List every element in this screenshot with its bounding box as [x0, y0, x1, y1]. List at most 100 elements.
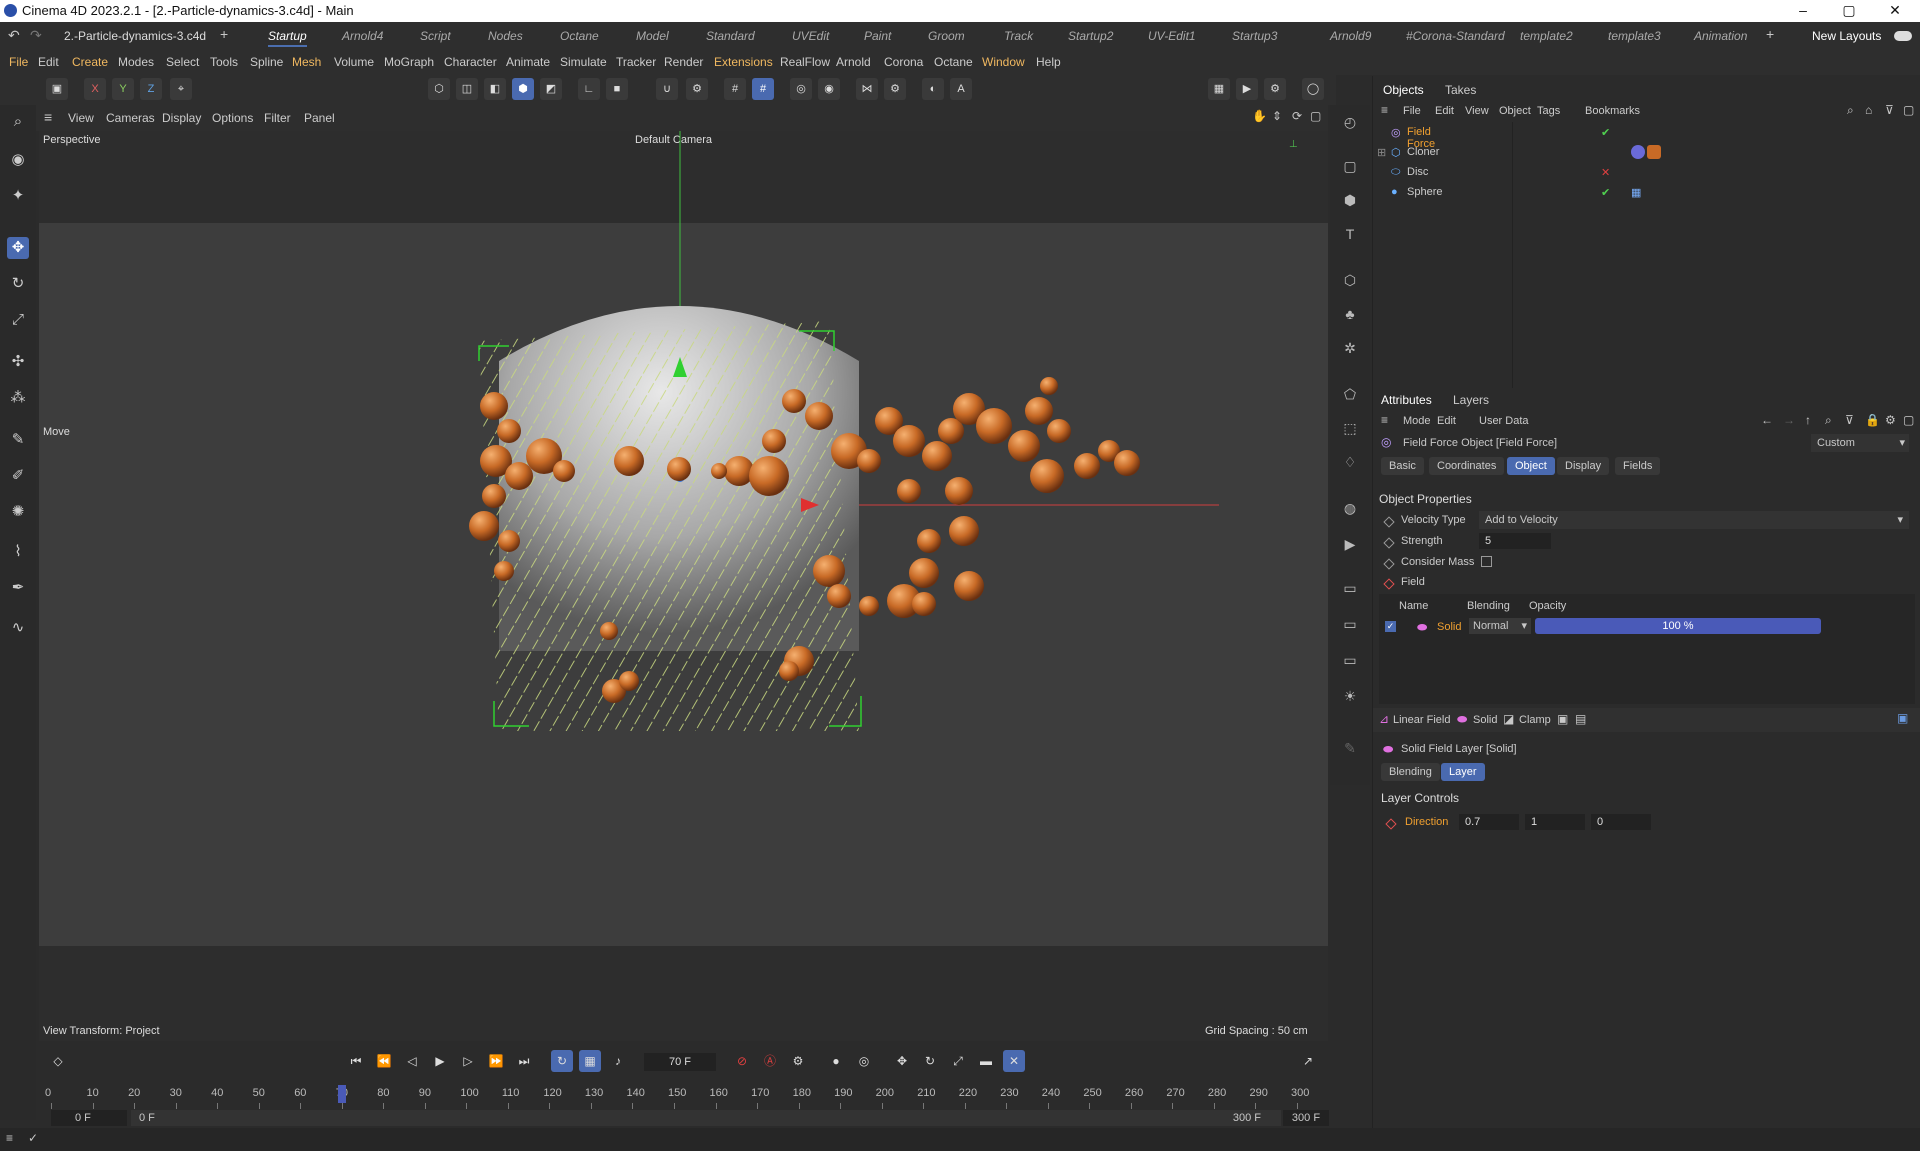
menu-simulate[interactable]: Simulate	[560, 55, 607, 69]
menu-octane[interactable]: Octane	[934, 55, 973, 69]
objects-menu-tags[interactable]: Tags	[1537, 105, 1560, 117]
edit-icon[interactable]: ✎	[1339, 737, 1361, 759]
next-frame-icon[interactable]: ▷	[457, 1050, 479, 1072]
light3-icon[interactable]: ▭	[1339, 649, 1361, 671]
paint-icon[interactable]: ✺	[7, 501, 29, 523]
grid-snap-icon[interactable]: #	[724, 78, 746, 100]
expand-icon[interactable]: ▢	[1903, 413, 1914, 427]
menu-create[interactable]: Create	[72, 55, 108, 69]
locked-workplane-icon[interactable]: ◎	[790, 78, 812, 100]
layout-tab[interactable]: UVEdit	[792, 29, 829, 43]
snap-settings-icon[interactable]: ⚙	[686, 78, 708, 100]
folder-icon[interactable]: ▤	[1575, 712, 1586, 726]
solid-field-button[interactable]: Solid	[1473, 714, 1497, 726]
menu-volume[interactable]: Volume	[334, 55, 374, 69]
z-axis-button[interactable]: Z	[140, 78, 162, 100]
previous-frame-icon[interactable]: ◁	[401, 1050, 423, 1072]
move-tool-icon[interactable]: ✥	[7, 237, 29, 259]
randomize-tool-icon[interactable]: ⁂	[7, 387, 29, 409]
sun-icon[interactable]: ☀	[1339, 685, 1361, 707]
up-arrow-icon[interactable]: ↑	[1805, 413, 1811, 427]
menu-select[interactable]: Select	[166, 55, 199, 69]
layout-tab-startup[interactable]: Startup	[268, 29, 307, 47]
spline-pen-icon[interactable]: ✎	[7, 429, 29, 451]
objects-menu-bookmarks[interactable]: Bookmarks	[1585, 105, 1640, 117]
viewport-menu-view[interactable]: View	[68, 111, 94, 125]
layout-tab[interactable]: Standard	[706, 29, 755, 43]
subtab-coordinates[interactable]: Coordinates	[1429, 457, 1505, 475]
search-icon[interactable]: ⌕	[1825, 413, 1832, 428]
tab-objects[interactable]: Objects	[1383, 83, 1424, 97]
rotate-tool-icon[interactable]: ↻	[7, 273, 29, 295]
menu-mograph[interactable]: MoGraph	[384, 55, 434, 69]
play-icon[interactable]: ▶	[429, 1050, 451, 1072]
minimize-button[interactable]: –	[1780, 0, 1826, 22]
go-to-start-icon[interactable]: ⏮	[345, 1050, 367, 1072]
subtab-display[interactable]: Display	[1557, 457, 1610, 475]
new-layouts-button[interactable]: New Layouts	[1812, 29, 1881, 43]
hamburger-icon[interactable]: ≡	[6, 1131, 13, 1145]
opacity-slider[interactable]: 100 %	[1535, 618, 1821, 634]
layout-tab[interactable]: template3	[1608, 29, 1661, 43]
search-icon[interactable]: ⌕	[1847, 103, 1854, 118]
viewport-menu-panel[interactable]: Panel	[304, 111, 335, 125]
preset-dropdown[interactable]: Custom ▾	[1811, 434, 1909, 452]
layout-tab[interactable]: template2	[1520, 29, 1573, 43]
brush-icon[interactable]: ⌇	[7, 541, 29, 563]
go-to-end-icon[interactable]: ⏭	[513, 1050, 535, 1072]
field-icon[interactable]: ⬚	[1339, 417, 1361, 439]
primitive-cube-icon[interactable]: ▢	[1339, 155, 1361, 177]
perspective-viewport[interactable]: Perspective Default Camera Move ⊥	[39, 131, 1328, 946]
attr-menu-edit[interactable]: Edit	[1437, 415, 1456, 427]
next-key-icon[interactable]: ⏩	[485, 1050, 507, 1072]
key-icon[interactable]: ●	[825, 1050, 847, 1072]
objects-menu-file[interactable]: File	[1403, 105, 1421, 117]
current-frame-field[interactable]: 70 F	[644, 1053, 716, 1071]
rotation-key-icon[interactable]: ↻	[919, 1050, 941, 1072]
viewport-menu-filter[interactable]: Filter	[264, 111, 291, 125]
sketch-icon[interactable]: ✐	[7, 465, 29, 487]
new-layer-icon[interactable]: ▣	[1897, 711, 1908, 725]
x-axis-button[interactable]: X	[84, 78, 106, 100]
layout-tab[interactable]: Arnold9	[1330, 29, 1371, 43]
range-slider[interactable]: 0 F 300 F	[131, 1110, 1281, 1126]
render-icon[interactable]: ◴	[1339, 111, 1361, 133]
sound-icon[interactable]: ♪	[607, 1050, 629, 1072]
attr-menu-mode[interactable]: Mode	[1403, 415, 1431, 427]
playhead[interactable]	[337, 1085, 346, 1103]
hamburger-icon[interactable]: ≡	[1381, 413, 1388, 427]
cube-icon[interactable]: ▣	[46, 78, 68, 100]
hamburger-icon[interactable]: ≡	[44, 109, 52, 125]
model-mode-icon[interactable]: ⬢	[512, 78, 534, 100]
edges-mode-icon[interactable]: ◫	[456, 78, 478, 100]
tab-takes[interactable]: Takes	[1445, 83, 1476, 97]
layout-tab[interactable]: Groom	[928, 29, 965, 43]
menu-file[interactable]: File	[9, 55, 28, 69]
previous-key-icon[interactable]: ⏪	[373, 1050, 395, 1072]
maximize-button[interactable]: ▢	[1826, 0, 1872, 22]
select-tool-icon[interactable]: ◉	[7, 149, 29, 171]
field-enable-checkbox[interactable]: ✓	[1385, 621, 1396, 632]
filter-icon[interactable]: ⊽	[1885, 103, 1894, 117]
param-key-icon[interactable]: ▬	[975, 1050, 997, 1072]
points-mode-icon[interactable]: ⬡	[428, 78, 450, 100]
objects-menu-edit[interactable]: Edit	[1435, 105, 1454, 117]
filter-icon[interactable]: ⊽	[1845, 413, 1854, 427]
expand-icon[interactable]: ▢	[1903, 103, 1914, 117]
layout-tab[interactable]: Nodes	[488, 29, 523, 43]
menu-character[interactable]: Character	[444, 55, 497, 69]
layer-subtab-blending[interactable]: Blending	[1381, 763, 1440, 781]
scene-icon[interactable]: ◍	[1339, 497, 1361, 519]
settings-icon[interactable]: ⚙	[1885, 413, 1896, 427]
autokey-icon[interactable]: A	[950, 78, 972, 100]
maximize-view-icon[interactable]: ▢	[1310, 109, 1321, 123]
menu-tracker[interactable]: Tracker	[616, 55, 656, 69]
back-arrow-icon[interactable]: ←	[1761, 413, 1773, 427]
axis-mode-icon[interactable]: ∟	[578, 78, 600, 100]
menu-help[interactable]: Help	[1036, 55, 1061, 69]
layout-tab[interactable]: UV-Edit1	[1148, 29, 1196, 43]
mograph-icon[interactable]: ♣	[1339, 303, 1361, 325]
subtab-fields[interactable]: Fields	[1615, 457, 1661, 475]
text-object-icon[interactable]: T	[1339, 223, 1361, 245]
spline-object-icon[interactable]: ♢	[1339, 451, 1361, 473]
